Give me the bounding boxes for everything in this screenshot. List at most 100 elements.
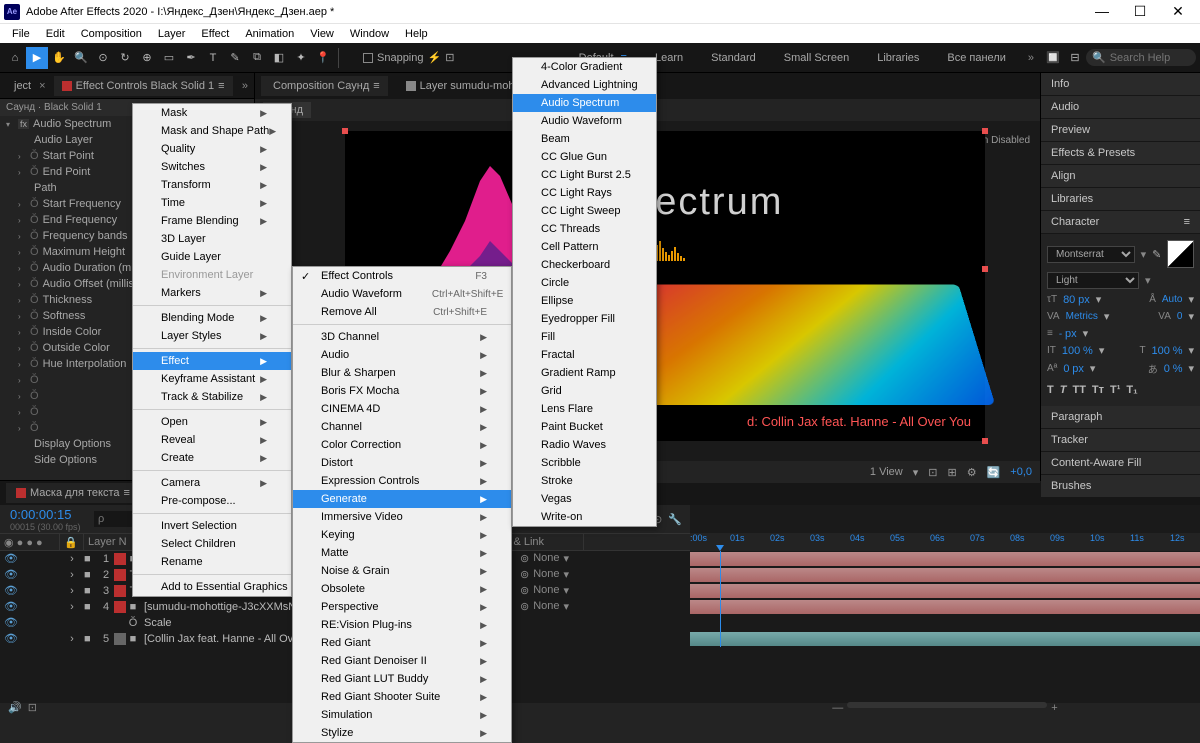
panel-info[interactable]: Info (1041, 73, 1200, 96)
baseline[interactable]: 0 px (1063, 363, 1084, 375)
menu-window[interactable]: Window (342, 26, 397, 42)
menu-edit[interactable]: Edit (38, 26, 73, 42)
menu-item[interactable]: Grid (513, 382, 656, 400)
workspace-standard[interactable]: Standard (707, 52, 760, 64)
menu-item[interactable]: Audio WaveformCtrl+Alt+Shift+E (293, 285, 511, 303)
menu-item[interactable]: Keying▶ (293, 526, 511, 544)
toolbar-icon-2[interactable]: ⊟ (1064, 47, 1086, 69)
search-help[interactable]: 🔍 (1086, 49, 1196, 66)
timecode[interactable]: 0:00:00:15 (0, 507, 90, 522)
panel-tracker[interactable]: Tracker (1041, 429, 1200, 452)
menu-item[interactable]: 4-Color Gradient (513, 58, 656, 76)
playhead[interactable] (720, 551, 721, 647)
menu-item[interactable]: Boris FX Mocha▶ (293, 382, 511, 400)
menu-item[interactable]: Layer Styles▶ (133, 327, 291, 345)
menu-item[interactable]: Color Correction▶ (293, 436, 511, 454)
anchor-tool[interactable]: ⊕ (136, 47, 158, 69)
maximize-button[interactable]: ☐ (1128, 3, 1152, 20)
menu-help[interactable]: Help (397, 26, 436, 42)
tsume[interactable]: 0 % (1164, 363, 1183, 375)
menu-item[interactable]: Stylize▶ (293, 724, 511, 742)
puppet-tool[interactable]: 📍 (312, 47, 334, 69)
menu-item[interactable]: Blur & Sharpen▶ (293, 364, 511, 382)
menu-item[interactable]: Lens Flare (513, 400, 656, 418)
menu-item[interactable]: Paint Bucket (513, 418, 656, 436)
panel-brushes[interactable]: Brushes (1041, 475, 1200, 498)
faux-bold[interactable]: T (1047, 384, 1054, 396)
menu-item[interactable]: Quality▶ (133, 140, 291, 158)
menu-item[interactable]: Circle (513, 274, 656, 292)
menu-item[interactable]: Keyframe Assistant▶ (133, 370, 291, 388)
menu-item[interactable]: Markers▶ (133, 284, 291, 302)
menu-item[interactable]: Red Giant Denoiser II▶ (293, 652, 511, 670)
menu-item[interactable]: ✓Effect ControlsF3 (293, 267, 511, 285)
superscript[interactable]: T¹ (1110, 384, 1120, 396)
pen-tool[interactable]: ✒ (180, 47, 202, 69)
menu-item[interactable]: Scribble (513, 454, 656, 472)
zoom-value[interactable]: +0,0 (1010, 466, 1032, 478)
view-dropdown[interactable]: 1 View (870, 466, 903, 478)
menu-item[interactable]: CC Glue Gun (513, 148, 656, 166)
menu-item[interactable]: Guide Layer (133, 248, 291, 266)
menu-item[interactable]: Reveal▶ (133, 431, 291, 449)
type-tool[interactable]: T (202, 47, 224, 69)
menu-item[interactable]: Channel▶ (293, 418, 511, 436)
tab-composition[interactable]: Composition Саунд ≡ (261, 76, 388, 96)
menu-view[interactable]: View (302, 26, 342, 42)
panel-character[interactable]: Character≡ (1041, 211, 1200, 234)
menu-layer[interactable]: Layer (150, 26, 194, 42)
menu-item[interactable]: Radio Waves (513, 436, 656, 454)
panel-preview[interactable]: Preview (1041, 119, 1200, 142)
menu-item[interactable]: Track & Stabilize▶ (133, 388, 291, 406)
menu-item[interactable]: Time▶ (133, 194, 291, 212)
panel-libraries[interactable]: Libraries (1041, 188, 1200, 211)
menu-item[interactable]: Fill (513, 328, 656, 346)
color-swatch[interactable] (1167, 240, 1194, 268)
menu-item[interactable]: Obsolete▶ (293, 580, 511, 598)
menu-item[interactable]: Advanced Lightning (513, 76, 656, 94)
menu-item[interactable]: Expression Controls▶ (293, 472, 511, 490)
font-size[interactable]: 80 px (1063, 294, 1090, 306)
menu-item[interactable]: Create▶ (133, 449, 291, 467)
menu-item[interactable]: Remove AllCtrl+Shift+E (293, 303, 511, 321)
menu-item[interactable]: Checkerboard (513, 256, 656, 274)
tab-effect-controls[interactable]: Effect Controls Black Solid 1 ≡ (54, 76, 233, 96)
tracking[interactable]: 0 (1177, 311, 1183, 322)
menu-item[interactable]: Audio Spectrum (513, 94, 656, 112)
menu-item[interactable]: Invert Selection (133, 517, 291, 535)
menu-item[interactable]: Frame Blending▶ (133, 212, 291, 230)
menu-item[interactable]: Beam (513, 130, 656, 148)
panel-audio[interactable]: Audio (1041, 96, 1200, 119)
footer-icon[interactable]: ⚙ (967, 466, 977, 479)
menu-item[interactable]: 3D Channel▶ (293, 328, 511, 346)
timeline-ruler[interactable]: :00s01s02s03s04s05s06s07s08s09s10s11s12s (690, 533, 1200, 551)
effect-title[interactable]: Audio Spectrum (33, 118, 111, 130)
menu-composition[interactable]: Composition (73, 26, 150, 42)
menu-item[interactable]: Perspective▶ (293, 598, 511, 616)
menu-item[interactable]: Switches▶ (133, 158, 291, 176)
zoom-tool[interactable]: 🔍 (70, 47, 92, 69)
brush-tool[interactable]: ✎ (224, 47, 246, 69)
menu-item[interactable]: Audio▶ (293, 346, 511, 364)
faux-italic[interactable]: T (1060, 384, 1067, 396)
menu-item[interactable]: Simulation▶ (293, 706, 511, 724)
home-tool[interactable]: ⌂ (4, 47, 26, 69)
menu-item[interactable]: Mask▶ (133, 104, 291, 122)
menu-item[interactable]: Fractal (513, 346, 656, 364)
menu-item[interactable]: Noise & Grain▶ (293, 562, 511, 580)
rotate-tool[interactable]: ↻ (114, 47, 136, 69)
tl-switch[interactable]: 🔧 (668, 513, 682, 526)
workspace-small[interactable]: Small Screen (780, 52, 853, 64)
close-button[interactable]: ✕ (1166, 3, 1190, 20)
menu-item[interactable]: Rename (133, 553, 291, 571)
selection-tool[interactable]: ▶ (26, 47, 48, 69)
menu-item[interactable]: Matte▶ (293, 544, 511, 562)
menu-item[interactable]: CC Threads (513, 220, 656, 238)
menu-item[interactable]: Transform▶ (133, 176, 291, 194)
clone-tool[interactable]: ⧉ (246, 47, 268, 69)
menu-item[interactable]: Effect▶ (133, 352, 291, 370)
menu-animation[interactable]: Animation (237, 26, 302, 42)
hand-tool[interactable]: ✋ (48, 47, 70, 69)
menu-item[interactable]: Red Giant▶ (293, 634, 511, 652)
panel-align[interactable]: Align (1041, 165, 1200, 188)
